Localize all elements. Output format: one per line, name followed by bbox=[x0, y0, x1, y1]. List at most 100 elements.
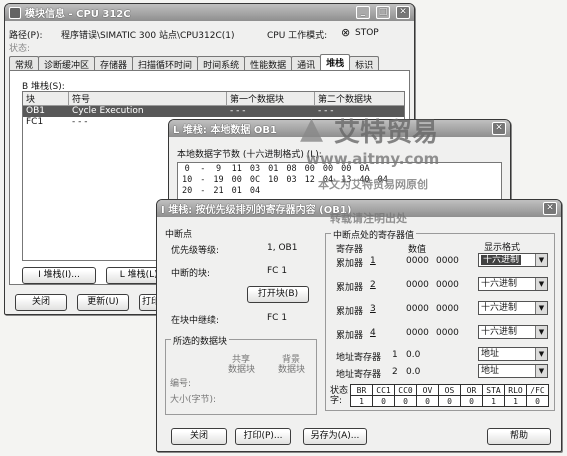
hex-table: 0-9 11 03 01 08 00 00 00 0A 10-19 00 0C 10 03 12 04 1… bbox=[178, 163, 392, 196]
col-register: 寄存器 bbox=[336, 245, 364, 255]
close-button[interactable]: 关闭 bbox=[15, 294, 67, 311]
cpu-mode-icon: ⊗ bbox=[341, 26, 351, 39]
status-label: 状态: bbox=[9, 44, 31, 54]
instance-db-sub: 数据块 bbox=[278, 365, 306, 375]
lstack-title: L 堆栈: 本地数据 OB1 bbox=[173, 125, 277, 136]
table-row: BR CC1 CC0 OV OS OR STA RLO/FC bbox=[350, 384, 549, 396]
interrupted-block-label: 中断的块: bbox=[171, 269, 211, 279]
ar1-label: 地址寄存器 bbox=[336, 353, 382, 363]
interrupted-block-value: FC 1 bbox=[267, 266, 288, 276]
close-icon[interactable]: ✕ bbox=[492, 122, 506, 135]
close-icon[interactable]: ✕ bbox=[396, 6, 410, 19]
help-button[interactable]: 帮助 bbox=[487, 428, 551, 445]
accu2-index: 2 bbox=[370, 280, 376, 290]
ar2-index: 2 bbox=[392, 367, 398, 377]
close-icon[interactable]: ✕ bbox=[543, 202, 557, 215]
chevron-down-icon: ▼ bbox=[535, 254, 547, 266]
ar2-label: 地址寄存器 bbox=[336, 370, 382, 380]
chevron-down-icon: ▼ bbox=[535, 278, 547, 290]
col-value: 数值 bbox=[408, 245, 427, 255]
accu1-index: 1 bbox=[370, 256, 376, 266]
accu1-format-select[interactable]: 十六进制 ▼ bbox=[478, 253, 548, 267]
open-block-button[interactable]: 打开块(B) bbox=[247, 286, 309, 303]
istack-close-button[interactable]: 关闭 bbox=[171, 428, 227, 445]
path-value: 程序错误\SIMATIC 300 站点\CPU312C(1) bbox=[61, 31, 235, 41]
accu2-format-select[interactable]: 十六进制 ▼ bbox=[478, 277, 548, 291]
save-as-button[interactable]: 另存为(A)... bbox=[303, 428, 367, 445]
accu3-label: 累加器 bbox=[336, 307, 364, 317]
bstack-list-header: 块 符号 第一个数据块 第二个数据块 bbox=[23, 92, 404, 106]
app-icon bbox=[9, 6, 21, 19]
continue-value: FC 1 bbox=[267, 313, 288, 323]
tab-general[interactable]: 常规 bbox=[9, 56, 40, 71]
table-row: 10-19 00 0C 10 03 12 04 13 40 04 bbox=[182, 174, 388, 185]
accu1-value-high: 0000 bbox=[406, 256, 429, 266]
registers-group: 中断点处的寄存器值 寄存器 数值 显示格式 累加器 1 0000 0000 十六… bbox=[325, 228, 555, 411]
col-symbol[interactable]: 符号 bbox=[69, 92, 227, 105]
row-block: OB1 bbox=[26, 106, 45, 116]
priority-value: 1, OB1 bbox=[267, 243, 298, 253]
ar1-value: 0.0 bbox=[406, 350, 421, 360]
status-word-table: BR CC1 CC0 OV OS OR STA RLO/FC 100000110 bbox=[350, 384, 549, 407]
module-info-titlebar[interactable]: 模块信息 - CPU 312C _ □ ✕ bbox=[5, 4, 414, 21]
tab-strip: 常规 诊断缓冲区 存储器 扫描循环时间 时间系统 性能数据 通讯 堆栈 标识 bbox=[9, 54, 380, 71]
ar2-format-select[interactable]: 地址 ▼ bbox=[478, 364, 548, 378]
accu3-value-low: 0000 bbox=[436, 304, 459, 314]
col-db2[interactable]: 第二个数据块 bbox=[315, 92, 404, 105]
table-row[interactable]: OB1 Cycle Execution - - - - - - bbox=[23, 106, 404, 117]
col-block[interactable]: 块 bbox=[23, 92, 69, 105]
tab-time-system[interactable]: 时间系统 bbox=[197, 56, 246, 71]
col-format: 显示格式 bbox=[484, 243, 521, 253]
status-word-label: 状态字: bbox=[330, 386, 349, 406]
row-db2: - - - bbox=[318, 106, 334, 116]
accu4-index: 4 bbox=[370, 328, 376, 338]
tab-stacks[interactable]: 堆栈 bbox=[320, 54, 351, 70]
chevron-down-icon: ▼ bbox=[535, 326, 547, 338]
window-title: 模块信息 - CPU 312C bbox=[25, 9, 131, 20]
tab-performance[interactable]: 性能数据 bbox=[244, 56, 293, 71]
istack-button[interactable]: I 堆栈(I)... bbox=[22, 267, 96, 284]
path-label: 路径(P): bbox=[9, 31, 43, 41]
table-row: 100000110 bbox=[350, 395, 549, 407]
selected-db-group: 所选的数据块 共享 背景 数据块 数据块 编号: 大小(字节): bbox=[165, 334, 317, 415]
priority-label: 优先级等级: bbox=[171, 246, 220, 256]
update-button[interactable]: 更新(U) bbox=[77, 294, 129, 311]
selected-db-label: 所选的数据块 bbox=[171, 334, 230, 347]
cpu-mode-label: CPU 工作模式: bbox=[267, 31, 328, 41]
tab-diagnostic-buffer[interactable]: 诊断缓冲区 bbox=[38, 56, 96, 71]
lstack-titlebar[interactable]: L 堆栈: 本地数据 OB1 ✕ bbox=[169, 120, 510, 137]
tab-cycle-time[interactable]: 扫描循环时间 bbox=[132, 56, 199, 71]
row-symbol: Cycle Execution bbox=[72, 106, 144, 116]
tab-memory[interactable]: 存储器 bbox=[94, 56, 134, 71]
tab-communication[interactable]: 通讯 bbox=[291, 56, 322, 71]
accu3-value-high: 0000 bbox=[406, 304, 429, 314]
ar2-value: 0.0 bbox=[406, 367, 421, 377]
tab-identification[interactable]: 标识 bbox=[349, 56, 380, 71]
number-label: 编号: bbox=[170, 379, 192, 389]
accu2-label: 累加器 bbox=[336, 283, 364, 293]
ar1-format-select[interactable]: 地址 ▼ bbox=[478, 347, 548, 361]
chevron-down-icon: ▼ bbox=[535, 348, 547, 360]
accu3-format-select[interactable]: 十六进制 ▼ bbox=[478, 301, 548, 315]
table-row: 0-9 11 03 01 08 00 00 00 0A bbox=[184, 163, 370, 174]
cpu-mode-value: STOP bbox=[355, 28, 379, 38]
accu4-value-high: 0000 bbox=[406, 328, 429, 338]
lstack-window: L 堆栈: 本地数据 OB1 ✕ 本地数据字节数 (十六进制格式) (L): 0… bbox=[168, 119, 511, 211]
col-db1[interactable]: 第一个数据块 bbox=[227, 92, 315, 105]
accu1-label: 累加器 bbox=[336, 259, 364, 269]
istack-title: I 堆栈: 按优先级排列的寄存器内容 (OB1) bbox=[161, 205, 352, 216]
accu3-index: 3 bbox=[370, 304, 376, 314]
row-db1: - - - bbox=[230, 106, 246, 116]
accu2-value-high: 0000 bbox=[406, 280, 429, 290]
istack-print-button[interactable]: 打印(P)... bbox=[235, 428, 291, 445]
maximize-icon[interactable]: □ bbox=[376, 6, 390, 19]
chevron-down-icon: ▼ bbox=[535, 365, 547, 377]
registers-title: 中断点处的寄存器值 bbox=[331, 228, 417, 241]
local-bytes-label: 本地数据字节数 (十六进制格式) (L): bbox=[177, 150, 322, 160]
interrupt-point-label: 中断点 bbox=[165, 230, 193, 240]
size-label: 大小(字节): bbox=[170, 395, 217, 405]
accu4-format-select[interactable]: 十六进制 ▼ bbox=[478, 325, 548, 339]
istack-titlebar[interactable]: I 堆栈: 按优先级排列的寄存器内容 (OB1) ✕ bbox=[157, 200, 561, 217]
shared-db-sub: 数据块 bbox=[228, 365, 256, 375]
minimize-icon[interactable]: _ bbox=[356, 6, 370, 19]
